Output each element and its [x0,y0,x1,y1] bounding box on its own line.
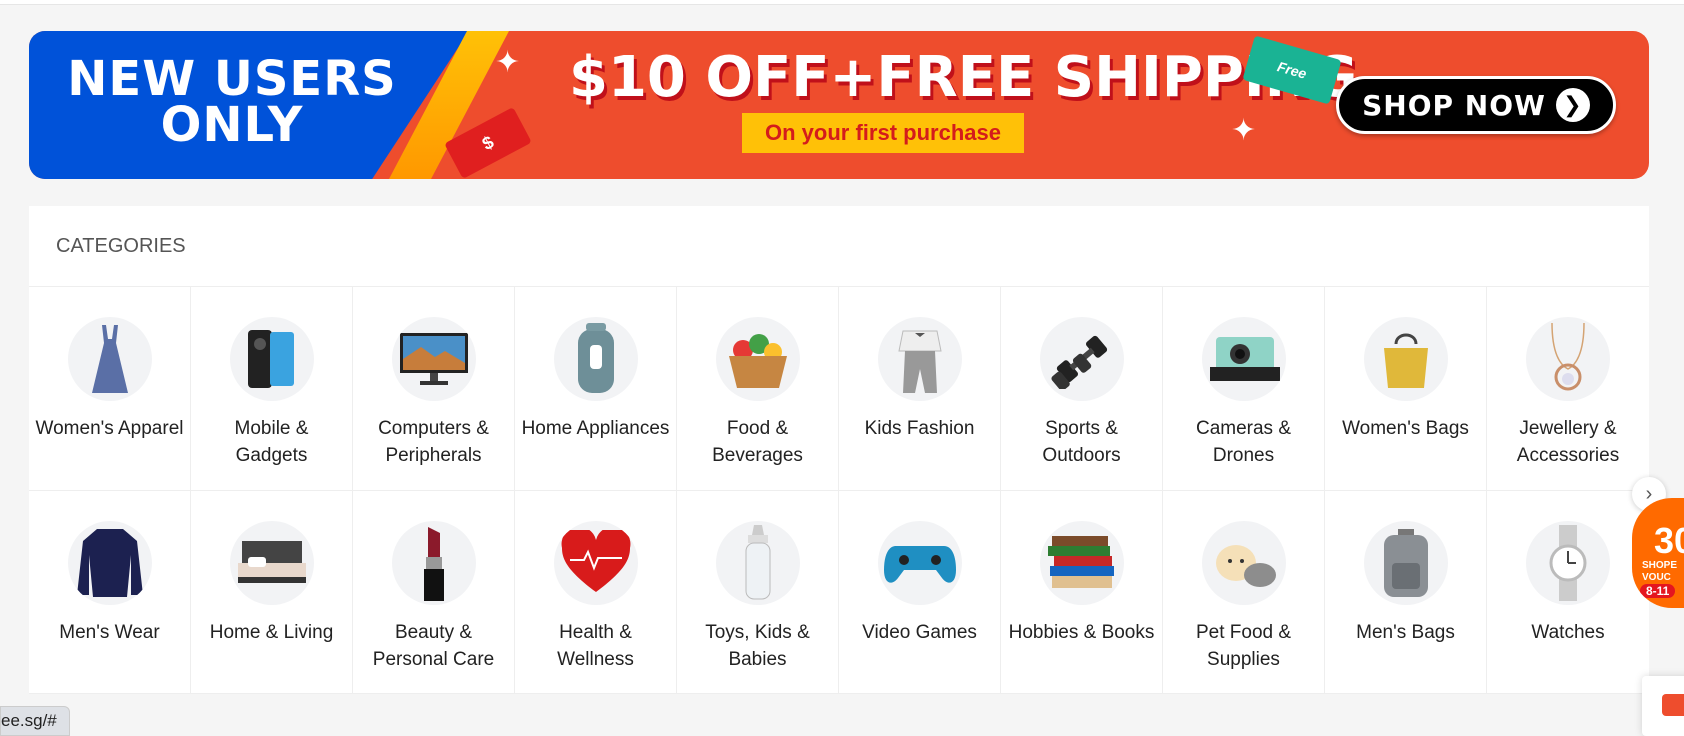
dress-icon [67,317,152,401]
category-label: Sports & Outdoors [1042,418,1121,466]
sparkle-icon: ✦ [1231,114,1257,147]
category-label: Computers & Peripherals [378,418,489,466]
category-item[interactable]: Sports & Outdoors [1001,287,1163,491]
category-label: Men's Wear [59,622,160,643]
category-item[interactable]: Food & Beverages [677,287,839,491]
category-label: Men's Bags [1356,622,1455,643]
banner-headline: $10 OFF+FREE SHIPPING [569,45,1358,110]
category-label: Home & Living [209,622,334,643]
category-item[interactable]: Toys, Kids & Babies [677,491,839,694]
category-item[interactable]: Men's Bags [1325,491,1487,694]
air-fryer-icon [553,317,638,401]
sparkle-icon: ✦ [495,46,521,79]
category-label: Mobile & Gadgets [234,418,309,466]
category-label: Cameras & Drones [1195,418,1292,466]
category-item[interactable]: Home & Living [191,491,353,694]
categories-grid: Women's Apparel Mobile & Gadgets Computers… [29,287,1649,694]
camera-icon [1201,317,1286,401]
category-label: Toys, Kids & Babies [705,622,810,670]
category-item[interactable]: Men's Wear [29,491,191,694]
gamepad-icon [877,521,962,605]
category-item[interactable]: Women's Bags [1325,287,1487,491]
category-label: Women's Bags [1342,418,1469,439]
hoodie-icon [67,521,152,605]
category-label: Kids Fashion [864,418,975,439]
category-label: Health & Wellness [557,622,634,670]
category-label: Video Games [862,622,977,643]
category-item[interactable]: Hobbies & Books [1001,491,1163,694]
chevron-right-icon: › [1645,482,1653,505]
category-item[interactable]: Home Appliances [515,287,677,491]
handbag-icon [1363,317,1448,401]
voucher-text: SHOPE VOUC [1642,560,1678,583]
pets-icon [1201,521,1286,605]
category-item[interactable]: Jewellery & Accessories [1487,287,1649,491]
watch-icon [1526,521,1610,605]
category-label: Women's Apparel [35,418,184,439]
phone-icon [229,317,314,401]
category-item[interactable]: Health & Wellness [515,491,677,694]
header-bottom-border [0,0,1684,5]
promo-banner[interactable]: NEW USERS ONLY $ ✦ ✦ $10 OFF+FREE SHIPPI… [29,31,1649,179]
fruit-basket-icon [715,317,800,401]
heart-icon [553,521,638,605]
voucher-amount: 30 [1654,520,1684,561]
necklace-icon [1526,317,1610,401]
category-label: Jewellery & Accessories [1516,418,1620,466]
new-users-text: NEW USERS ONLY [67,51,397,153]
backpack-icon [1363,521,1448,605]
banner-subheadline: On your first purchase [742,113,1024,153]
chat-button[interactable] [1642,676,1684,736]
category-item[interactable]: Computers & Peripherals [353,287,515,491]
category-item[interactable]: Women's Apparel [29,287,191,491]
lipstick-icon [391,521,476,605]
category-label: Beauty & Personal Care [372,622,495,670]
baby-bottle-icon [715,521,800,605]
category-item[interactable]: Mobile & Gadgets [191,287,353,491]
categories-section: CATEGORIES Women's Apparel Mobile & Gadge… [29,206,1649,694]
monitor-icon [391,317,476,401]
chevron-right-icon: ❯ [1555,88,1590,122]
categories-title: CATEGORIES [29,206,1649,287]
category-label: Hobbies & Books [1008,622,1155,643]
category-label: Pet Food & Supplies [1195,622,1292,670]
chat-icon [1662,694,1684,716]
bed-icon [229,521,314,605]
browser-status-url: ee.sg/# [0,706,70,736]
shop-now-label: SHOP NOW [1362,88,1546,122]
voucher-date: 8-11 [1640,584,1676,598]
category-item[interactable]: Watches [1487,491,1649,694]
category-label: Watches [1531,622,1605,643]
shop-now-button[interactable]: SHOP NOW ❯ [1336,76,1616,134]
category-item[interactable]: Beauty & Personal Care [353,491,515,694]
category-item[interactable]: Kids Fashion [839,287,1001,491]
category-item[interactable]: Pet Food & Supplies [1163,491,1325,694]
category-label: Food & Beverages [712,418,803,466]
category-label: Home Appliances [521,418,670,439]
voucher-floating-badge[interactable]: 30 SHOPE VOUC 8-11 [1632,498,1684,608]
kids-outfit-icon [877,317,962,401]
books-icon [1039,521,1124,605]
category-item[interactable]: Cameras & Drones [1163,287,1325,491]
dumbbell-icon [1039,317,1124,401]
category-item[interactable]: Video Games [839,491,1001,694]
